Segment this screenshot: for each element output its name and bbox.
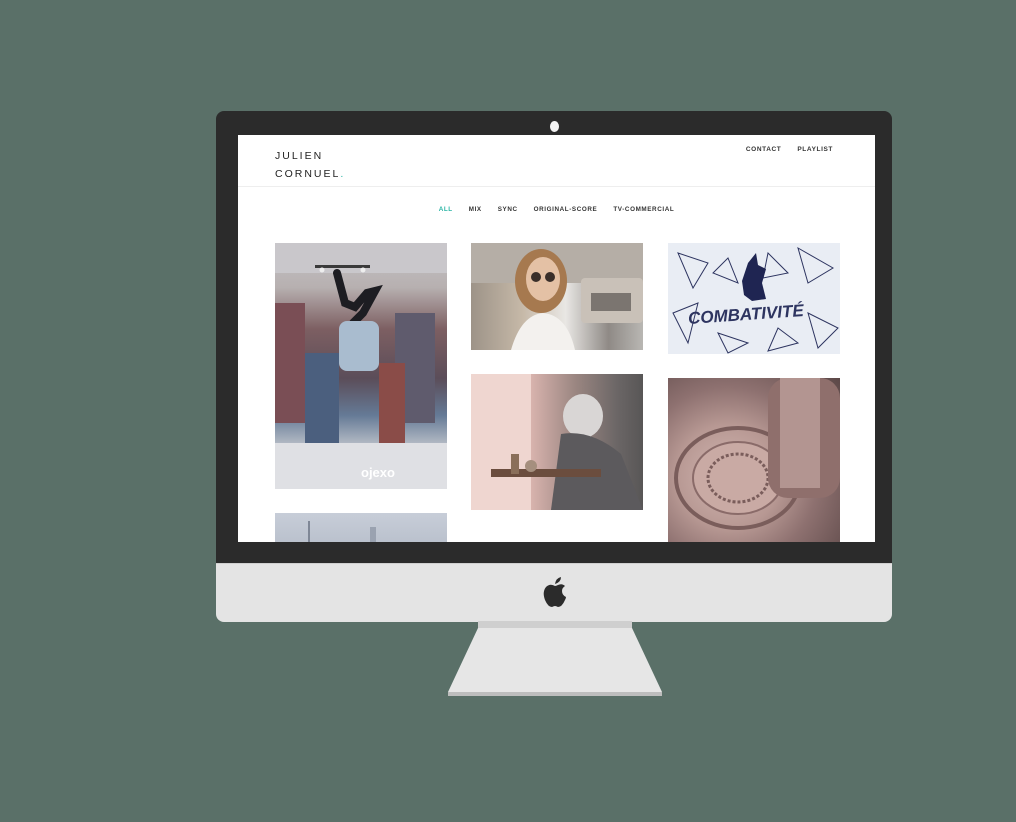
monitor-stand	[448, 628, 662, 696]
site-header: JULIEN CORNUEL. CONTACT PLAYLIST	[238, 135, 875, 187]
skater-image	[275, 243, 447, 489]
monitor-bezel: JULIEN CORNUEL. CONTACT PLAYLIST ALL MIX…	[216, 111, 892, 563]
filter-original-score[interactable]: ORIGINAL-SCORE	[534, 206, 598, 213]
filter-tv-commercial[interactable]: TV-COMMERCIAL	[613, 206, 674, 213]
portfolio-tile-skater[interactable]: ojexo	[275, 243, 447, 489]
logo-dot: .	[340, 168, 346, 180]
tile-skater-brand: ojexo	[361, 465, 395, 480]
city-image	[308, 521, 376, 542]
portfolio-tile-woman[interactable]	[471, 243, 643, 350]
watch-movement-image	[674, 378, 840, 530]
filter-mix[interactable]: MIX	[469, 206, 482, 213]
watchmaker-image	[471, 374, 643, 510]
woman-image	[471, 243, 643, 350]
nav-playlist[interactable]: PLAYLIST	[797, 146, 833, 153]
website-screen: JULIEN CORNUEL. CONTACT PLAYLIST ALL MIX…	[238, 135, 875, 542]
portfolio-tile-city[interactable]	[275, 513, 447, 542]
apple-logo-icon	[543, 577, 566, 607]
logo-line1: JULIEN	[275, 150, 324, 162]
site-logo[interactable]: JULIEN CORNUEL.	[275, 147, 345, 183]
filter-bar: ALL MIX SYNC ORIGINAL-SCORE TV-COMMERCIA…	[238, 206, 875, 213]
portfolio-tile-watch-movement[interactable]	[668, 378, 840, 542]
top-nav: CONTACT PLAYLIST	[746, 146, 833, 153]
combativite-image	[672, 246, 839, 354]
logo-line2: CORNUEL	[275, 168, 341, 180]
portfolio-tile-watchmaker[interactable]	[471, 374, 643, 510]
filter-sync[interactable]: SYNC	[498, 206, 518, 213]
filter-all[interactable]: ALL	[439, 206, 453, 213]
portfolio-tile-combativite[interactable]: COMBATIVITÉ	[668, 243, 840, 354]
nav-contact[interactable]: CONTACT	[746, 146, 782, 153]
monitor-chin	[216, 563, 892, 622]
camera-icon	[550, 121, 559, 132]
